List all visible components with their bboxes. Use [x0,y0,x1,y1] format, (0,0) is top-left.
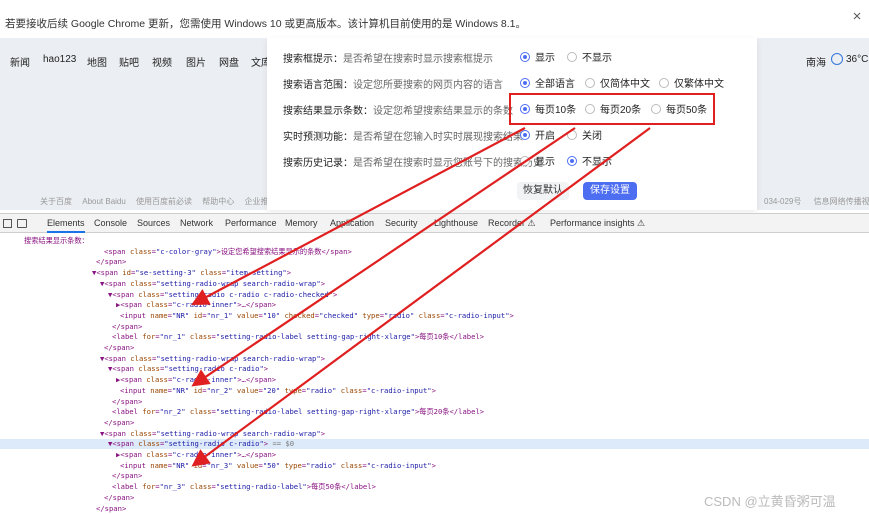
radio-option[interactable]: 关闭 [567,127,602,142]
weather-widget[interactable]: 南海 36°C [806,53,868,69]
footer-link[interactable]: 帮助中心 [202,197,234,206]
footer-links: 关于百度 About Baidu 使用百度前必读 帮助中心 企业推广 [40,196,285,207]
nav-link-news[interactable]: 新闻 [10,54,30,69]
footer-link[interactable]: 信息网络传播视 [814,197,869,206]
nav-link-tieba[interactable]: 贴吧 [119,54,139,69]
dom-tree-text: </span> [112,321,143,331]
radio-button[interactable] [520,104,530,114]
dom-tree-text: 搜索结果显示条数： [24,236,89,245]
tab-performance-insights[interactable]: Performance insights ⚠ [550,218,645,229]
dom-tree-text: </span> [96,257,127,267]
dom-tree-text: ▼<span class="setting-radio c-radio"> ==… [108,439,295,449]
footer-link[interactable]: 关于百度 [40,197,72,206]
tab-console[interactable]: Console [94,218,127,228]
setting-label: 搜索框提示：是否希望在搜索时显示搜索框提示 [283,54,493,65]
dom-tree-line[interactable]: ▼<span class="setting-radio c-radio"> ==… [0,439,869,450]
radio-option[interactable]: 仅简体中文 [585,75,650,90]
dom-tree-text: ▼<span class="setting-radio-wrap search-… [100,353,326,363]
search-settings-panel: 搜索框提示：是否希望在搜索时显示搜索框提示 显示 不显示 搜索语言范围：设定您所… [267,38,757,210]
dom-tree-text: <input name="NR" id="nr_3" value="50" ty… [120,460,436,470]
footer-link[interactable]: About Baidu [82,197,126,206]
close-icon[interactable] [853,12,861,20]
sun-icon [831,53,843,65]
dom-tree-text: <label for="nr_1" class="setting-radio-l… [112,332,485,342]
radio-button[interactable] [659,78,669,88]
dom-tree-text: ▼<span class="setting-radio-wrap search-… [100,428,326,438]
radio-option-10[interactable]: 每页10条 [520,101,576,116]
footer-link[interactable]: 使用百度前必读 [136,197,192,206]
tab-sources[interactable]: Sources [137,218,170,228]
tab-network[interactable]: Network [180,218,213,228]
weather-temp: 36°C [846,54,869,65]
nav-link-video[interactable]: 视频 [152,54,172,69]
dom-tree-text: <input name="NR" id="nr_2" value="20" ty… [120,385,436,395]
radio-option-50[interactable]: 每页50条 [651,101,707,116]
device-toolbar-icon[interactable] [17,219,27,228]
dom-tree-text: </span> [104,492,135,502]
nav-link-map[interactable]: 地图 [87,54,107,69]
reset-default-button[interactable]: 恢复默认 [517,182,569,200]
tab-lighthouse[interactable]: Lighthouse [434,218,478,228]
setting-label: 搜索历史记录：是否希望在搜索时显示您账号下的搜索历史 [283,158,543,169]
dom-tree-text: </span> [112,471,143,481]
devtools-tabbar: Elements Console Sources Network Perform… [0,213,869,233]
dom-tree-text: ▶<span class="c-radio-inner">…</span> [116,450,277,459]
tab-recorder[interactable]: Recorder ⚠ [488,218,536,229]
radio-option[interactable]: 显示 [520,49,555,64]
dom-tree-text: </span> [96,503,127,513]
dom-tree-text: </span> [104,343,135,352]
radio-option[interactable]: 开启 [520,127,555,142]
radio-button[interactable] [520,78,530,88]
save-settings-button[interactable]: 保存设置 [583,182,637,200]
radio-option[interactable]: 显示 [520,153,555,168]
inspect-icon[interactable] [3,219,12,228]
tab-security[interactable]: Security [385,218,418,228]
setting-label: 搜索结果显示条数：设定您希望搜索结果显示的条数 [283,106,513,117]
radio-button[interactable] [520,52,530,62]
radio-button[interactable] [520,156,530,166]
elements-dom-tree[interactable]: 搜索结果显示条数： <span class="c-color-gray">设定您希… [0,234,869,514]
nav-link-image[interactable]: 图片 [186,54,206,69]
radio-option-20[interactable]: 每页20条 [585,101,641,116]
setting-label: 搜索语言范围：设定您所要搜索的网页内容的语言 [283,80,503,91]
weather-city: 南海 [806,58,826,69]
nav-link-pan[interactable]: 网盘 [219,54,239,69]
dom-tree-text: <span class="c-color-gray">设定您希望搜索结果显示的条… [104,246,352,256]
footer-links-right: 034-029号 信息网络传播视 [764,196,869,207]
radio-button[interactable] [651,104,661,114]
dom-tree-text: ▼<span class="setting-radio c-radio c-ra… [108,289,338,299]
tab-memory[interactable]: Memory [285,218,318,228]
radio-button[interactable] [520,130,530,140]
watermark: CSDN @立黄昏粥可温 [704,494,836,509]
radio-button[interactable] [585,104,595,114]
dom-tree-text: </span> [104,417,135,427]
dom-tree-text: ▶<span class="c-radio-inner">…</span> [116,300,277,310]
radio-button[interactable] [567,130,577,140]
radio-option[interactable]: 仅繁体中文 [659,75,724,90]
setting-label: 实时预测功能：是否希望在您输入时实时展现搜索结果 [283,132,523,143]
tab-application[interactable]: Application [330,218,374,228]
footer-link[interactable]: 034-029号 [764,197,801,206]
tab-performance[interactable]: Performance [225,218,277,228]
dom-tree-text: <input name="NR" id="nr_1" value="10" ch… [120,310,514,320]
dom-tree-text: <label for="nr_2" class="setting-radio-l… [112,407,485,417]
radio-option[interactable]: 不显示 [567,49,612,64]
dom-tree-text: ▶<span class="c-radio-inner">…</span> [116,375,277,385]
dom-tree-text: ▼<span class="setting-radio c-radio"> [108,364,269,374]
tab-elements[interactable]: Elements [47,218,85,233]
dom-tree-text: </span> [112,396,143,406]
dom-tree-text: ▼<span id="se-setting-3" class="item-set… [92,268,292,278]
radio-button[interactable] [567,156,577,166]
update-infobar: 若要接收后续 Google Chrome 更新，您需使用 Windows 10 … [0,0,869,38]
radio-button[interactable] [585,78,595,88]
radio-option[interactable]: 不显示 [567,153,612,168]
infobar-text: 若要接收后续 Google Chrome 更新，您需使用 Windows 10 … [5,18,527,30]
dom-tree-text: ▼<span class="setting-radio-wrap search-… [100,278,326,288]
dom-tree-text: <label for="nr_3" class="setting-radio-l… [112,482,376,492]
nav-link-hao123[interactable]: hao123 [43,54,76,65]
radio-option[interactable]: 全部语言 [520,75,575,90]
radio-button[interactable] [567,52,577,62]
